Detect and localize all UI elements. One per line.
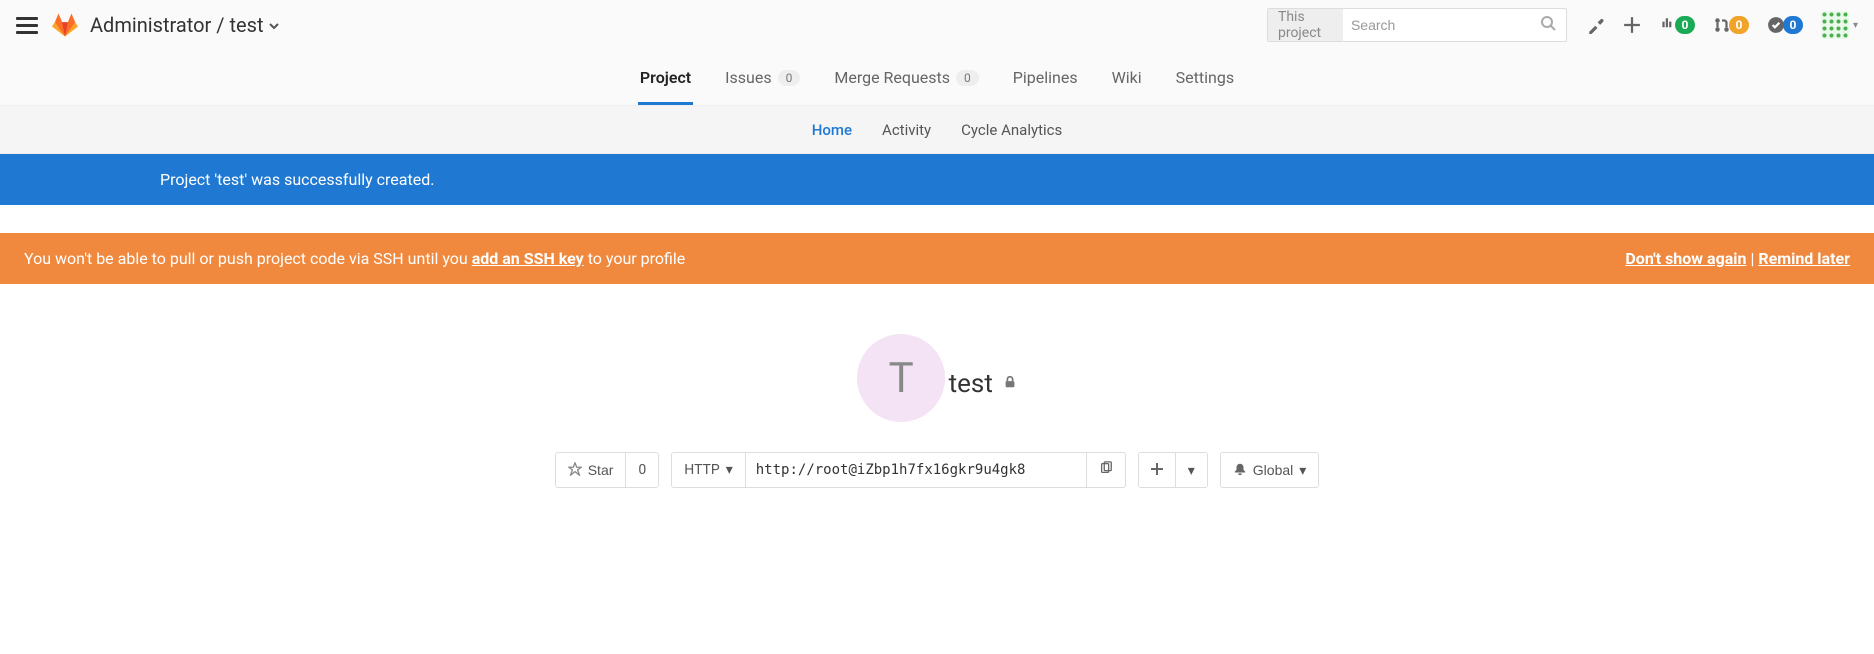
notification-label: Global <box>1253 462 1293 478</box>
admin-wrench-icon[interactable] <box>1587 16 1605 34</box>
new-plus-button[interactable] <box>1139 453 1175 487</box>
alert-ssh-suffix: to your profile <box>584 249 686 268</box>
header-left: Administrator / test <box>16 12 280 38</box>
chevron-down-icon <box>268 13 280 37</box>
user-menu[interactable]: ▾ <box>1821 11 1858 39</box>
gitlab-logo-icon[interactable] <box>52 12 78 38</box>
search-scope-label[interactable]: This project <box>1268 9 1343 41</box>
tab-issues[interactable]: Issues0 <box>723 50 802 105</box>
star-icon <box>568 462 582 479</box>
alert-success-text: Project 'test' was successfully created. <box>160 170 434 189</box>
search-input[interactable] <box>1343 17 1540 33</box>
notification-group: Global ▾ <box>1220 452 1320 488</box>
star-button[interactable]: Star <box>556 453 626 487</box>
project-actions: Star 0 HTTP ▾ ▾ <box>0 452 1874 488</box>
subtab-activity[interactable]: Activity <box>882 121 931 139</box>
mr-badge: 0 <box>1729 16 1749 34</box>
caret-down-icon: ▾ <box>726 462 733 478</box>
clone-protocol-dropdown[interactable]: HTTP ▾ <box>672 453 745 487</box>
project-name: test <box>949 369 993 399</box>
alert-ssh-warning: You won't be able to pull or push projec… <box>0 233 1874 284</box>
issues-count-icon[interactable]: 0 <box>1659 16 1695 34</box>
remind-later-link[interactable]: Remind later <box>1758 249 1850 268</box>
tab-settings[interactable]: Settings <box>1174 50 1236 105</box>
tab-merge-requests[interactable]: Merge Requests0 <box>832 50 980 105</box>
issues-count-pill: 0 <box>778 70 801 86</box>
todos-badge: 0 <box>1783 16 1803 34</box>
subtab-cycle-analytics[interactable]: Cycle Analytics <box>961 121 1062 139</box>
project-title: test <box>949 369 1017 399</box>
lock-icon <box>1003 375 1017 393</box>
tab-project[interactable]: Project <box>638 50 693 105</box>
star-label: Star <box>588 462 614 478</box>
project-avatar-letter: T <box>889 354 914 403</box>
todos-count-icon[interactable]: 0 <box>1767 16 1803 34</box>
search-icon <box>1540 15 1556 35</box>
plus-icon <box>1151 462 1163 478</box>
project-avatar: T <box>857 334 945 422</box>
subtabs: Home Activity Cycle Analytics <box>0 106 1874 154</box>
main-tabs: Project Issues0 Merge Requests0 Pipeline… <box>0 50 1874 106</box>
notification-dropdown[interactable]: Global ▾ <box>1221 453 1319 487</box>
header-right: This project 0 0 0 <box>1267 8 1858 42</box>
star-count: 0 <box>625 453 658 487</box>
clone-url-input[interactable] <box>746 453 1086 487</box>
breadcrumb-text: Administrator / test <box>90 13 264 37</box>
copy-icon <box>1099 461 1113 479</box>
avatar <box>1821 11 1849 39</box>
caret-down-icon: ▾ <box>1853 20 1858 31</box>
tab-wiki[interactable]: Wiki <box>1110 50 1144 105</box>
subtab-home[interactable]: Home <box>812 121 852 139</box>
tab-pipelines[interactable]: Pipelines <box>1011 50 1080 105</box>
search-box[interactable]: This project <box>1267 8 1567 42</box>
merge-requests-count-icon[interactable]: 0 <box>1713 16 1749 34</box>
dont-show-again-link[interactable]: Don't show again <box>1625 249 1746 268</box>
header-icons-group: 0 0 0 ▾ <box>1587 11 1858 39</box>
copy-url-button[interactable] <box>1086 453 1125 487</box>
clone-group: HTTP ▾ <box>671 452 1125 488</box>
top-header: Administrator / test This project 0 <box>0 0 1874 50</box>
breadcrumb[interactable]: Administrator / test <box>90 13 280 37</box>
project-main: T test Star 0 HTTP ▾ <box>0 284 1874 528</box>
caret-down-icon: ▾ <box>1188 462 1195 479</box>
new-dropdown-group: ▾ <box>1138 452 1208 488</box>
mr-count-pill: 0 <box>956 70 979 86</box>
issues-badge: 0 <box>1675 16 1695 34</box>
alert-ssh-prefix: You won't be able to pull or push projec… <box>24 249 472 268</box>
hamburger-menu-icon[interactable] <box>16 14 38 36</box>
bell-icon <box>1233 462 1247 479</box>
add-ssh-key-link[interactable]: add an SSH key <box>472 249 584 268</box>
plus-icon[interactable] <box>1623 16 1641 34</box>
alert-success: Project 'test' was successfully created. <box>0 154 1874 205</box>
new-dropdown-caret[interactable]: ▾ <box>1175 453 1207 487</box>
caret-down-icon: ▾ <box>1299 462 1306 479</box>
star-group: Star 0 <box>555 452 660 488</box>
protocol-label: HTTP <box>684 462 719 478</box>
